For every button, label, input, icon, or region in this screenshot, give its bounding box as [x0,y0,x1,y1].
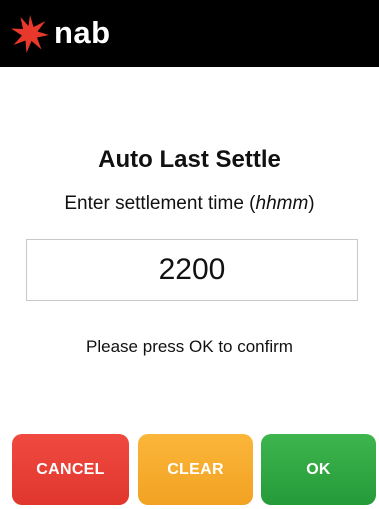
nab-star-icon [10,14,50,54]
ok-button-label: OK [306,460,331,478]
page-title: Auto Last Settle [98,146,281,173]
settlement-time-value: 2200 [158,253,226,286]
terminal-screen: nab Auto Last Settle Enter settlement ti… [0,0,379,509]
header-bar: nab [0,0,379,67]
clear-button[interactable]: CLEAR [138,434,253,505]
prompt-prefix: Enter settlement time ( [64,193,256,214]
brand-name: nab [54,14,111,50]
settlement-time-input[interactable]: 2200 [26,239,358,301]
time-format-hint: hhmm [255,193,309,214]
settlement-time-prompt: Enter settlement time (hhmm) [0,193,379,215]
cancel-button-label: CANCEL [36,460,105,478]
cancel-button[interactable]: CANCEL [12,434,129,505]
confirm-hint: Please press OK to confirm [86,337,293,356]
ok-button[interactable]: OK [261,434,376,505]
brand-logo: nab [10,0,111,67]
clear-button-label: CLEAR [167,460,224,478]
prompt-suffix: ) [308,193,315,214]
